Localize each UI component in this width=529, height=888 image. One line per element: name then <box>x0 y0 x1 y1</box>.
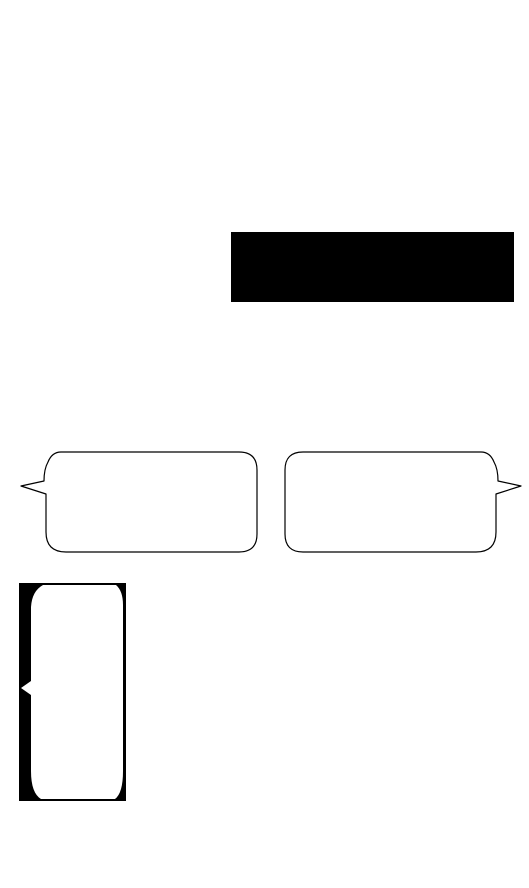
speech-bubble-right <box>284 451 522 553</box>
speech-bubble-right-outline <box>284 451 522 553</box>
canvas <box>0 0 529 888</box>
speech-bubble-left-outline <box>20 451 258 553</box>
black-rectangle <box>231 232 514 302</box>
black-frame <box>19 583 126 801</box>
black-frame-with-window <box>19 583 126 801</box>
speech-bubble-left <box>20 451 258 553</box>
